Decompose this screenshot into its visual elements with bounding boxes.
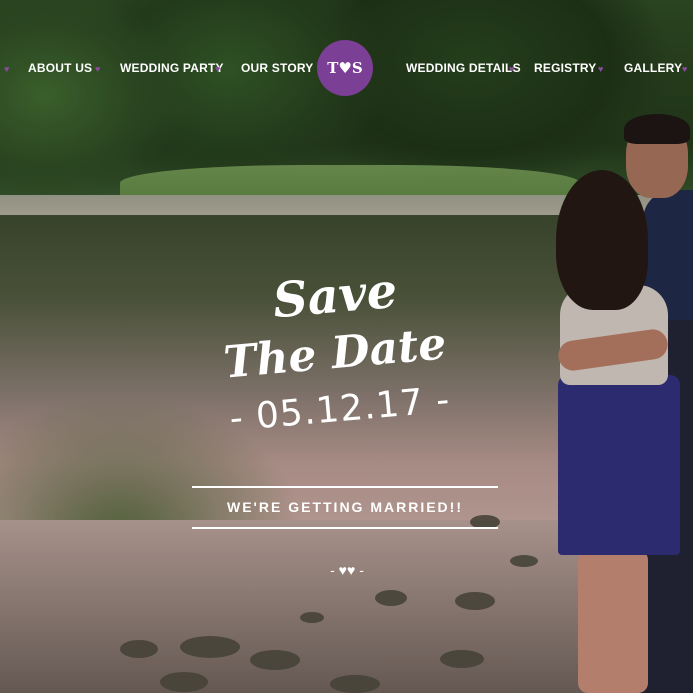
heart-icon: ♥ xyxy=(95,64,101,74)
divider-line-top xyxy=(192,486,498,488)
heart-icon: ♥ xyxy=(682,64,688,74)
monogram-logo[interactable]: T♥S xyxy=(317,40,373,96)
nav-gallery[interactable]: GALLERY xyxy=(624,61,682,75)
tagline: WE'RE GETTING MARRIED!! xyxy=(227,499,463,515)
main-navigation: ♥ ABOUT US ♥ WEDDING PARTY ♥ OUR STORY T… xyxy=(0,40,693,96)
heart-icon: ♥ xyxy=(215,64,221,74)
nav-about-us[interactable]: ABOUT US xyxy=(28,61,92,75)
heart-icon: ♥ xyxy=(509,64,515,74)
nav-our-story[interactable]: OUR STORY xyxy=(241,61,313,75)
nav-wedding-details[interactable]: WEDDING DETAILS xyxy=(406,61,521,75)
heart-icon: ♥ xyxy=(598,64,604,74)
nav-registry[interactable]: REGISTRY xyxy=(534,61,597,75)
heart-icon: ♥ xyxy=(4,64,10,74)
hearts-divider-icon: - ♥♥ - xyxy=(330,562,364,578)
nav-wedding-party[interactable]: WEDDING PARTY xyxy=(120,61,224,75)
divider-line-bottom xyxy=(192,527,498,529)
